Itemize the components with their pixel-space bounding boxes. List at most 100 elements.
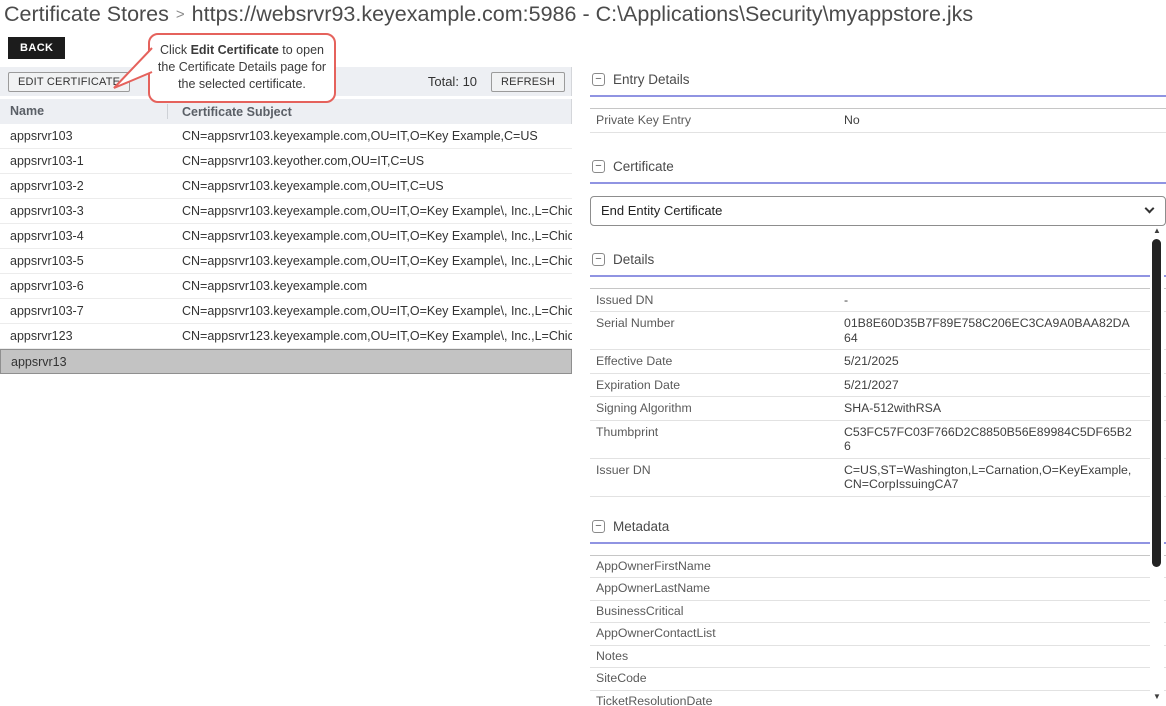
certificate-section-header: − Certificate <box>590 153 1166 184</box>
collapse-icon[interactable]: − <box>592 73 605 86</box>
kv-label: Thumbprint <box>596 425 844 454</box>
kv-value: 01B8E60D35B7F89E758C206EC3CA9A0BAA82DA64 <box>844 316 1136 345</box>
table-row[interactable]: appsrvr103-5 CN=appsrvr103.keyexample.co… <box>0 249 572 274</box>
kv-label: Private Key Entry <box>596 113 844 128</box>
metadata-section-header: − Metadata <box>590 513 1166 544</box>
section-title-details: Details <box>613 252 654 267</box>
certificate-type-select[interactable]: End Entity Certificate <box>590 196 1166 226</box>
kv-value: 5/21/2025 <box>844 354 1136 369</box>
kv-value: - <box>844 293 1136 308</box>
section-title-entry-details: Entry Details <box>613 72 690 87</box>
cell-certificate-subject: CN=appsrvr103.keyexample.com,OU=IT,O=Key… <box>168 254 572 268</box>
table-row[interactable]: appsrvr103-2 CN=appsrvr103.keyexample.co… <box>0 174 572 199</box>
chevron-down-icon <box>1145 204 1155 214</box>
metadata-field-row: TicketResolutionDate <box>590 691 1166 706</box>
breadcrumb-path: https://websrvr93.keyexample.com:5986 - … <box>192 2 974 26</box>
kv-value: C=US,ST=Washington,L=Carnation,O=KeyExam… <box>844 463 1136 492</box>
section-title-metadata: Metadata <box>613 519 669 534</box>
cell-certificate-subject: CN=appsrvr103.keyexample.com,OU=IT,O=Key… <box>168 204 572 218</box>
metadata-field-row: Notes <box>590 646 1166 669</box>
table-row[interactable]: appsrvr103-4 CN=appsrvr103.keyexample.co… <box>0 224 572 249</box>
metadata-field-row: AppOwnerFirstName <box>590 556 1166 579</box>
cell-name: appsrvr103-7 <box>0 304 168 318</box>
page-title: Certificate Stores > https://websrvr93.key… <box>0 0 1166 27</box>
cell-name: appsrvr103-2 <box>0 179 168 193</box>
callout-text-bold: Edit Certificate <box>191 43 279 57</box>
table-row[interactable]: appsrvr103 CN=appsrvr103.keyexample.com,… <box>0 124 572 149</box>
kv-row: Thumbprint C53FC57FC03F766D2C8850B56E899… <box>590 421 1166 459</box>
table-row[interactable]: appsrvr103-7 CN=appsrvr103.keyexample.co… <box>0 299 572 324</box>
cell-name: appsrvr123 <box>0 329 168 343</box>
kv-label: Effective Date <box>596 354 844 369</box>
callout-arrow-icon <box>112 44 154 92</box>
kv-value: SHA-512withRSA <box>844 401 1136 416</box>
kv-row: Effective Date 5/21/2025 <box>590 350 1166 374</box>
cell-name: appsrvr103-5 <box>0 254 168 268</box>
total-label: Total: <box>428 74 459 89</box>
kv-value: No <box>844 113 1136 128</box>
total-value: 10 <box>463 74 477 89</box>
collapse-icon[interactable]: − <box>592 253 605 266</box>
cell-name: appsrvr13 <box>1 355 169 369</box>
kv-row-private-key-entry: Private Key Entry No <box>590 109 1166 133</box>
cell-name: appsrvr103-1 <box>0 154 168 168</box>
scroll-down-icon[interactable]: ▼ <box>1150 692 1164 702</box>
cell-name: appsrvr103 <box>0 129 168 143</box>
table-row[interactable]: appsrvr103-6 CN=appsrvr103.keyexample.co… <box>0 274 572 299</box>
section-title-certificate: Certificate <box>613 159 674 174</box>
table-row[interactable]: appsrvr103-1 CN=appsrvr103.keyother.com,… <box>0 149 572 174</box>
cell-certificate-subject: CN=appsrvr103.keyexample.com,OU=IT,O=Key… <box>168 129 572 143</box>
certificate-table-body: appsrvr103 CN=appsrvr103.keyexample.com,… <box>0 124 572 374</box>
collapse-icon[interactable]: − <box>592 520 605 533</box>
entry-details-table: Private Key Entry No <box>590 108 1166 133</box>
cell-certificate-subject: CN=appsrvr103.keyexample.com,OU=IT,C=US <box>168 179 572 193</box>
kv-label: Issued DN <box>596 293 844 308</box>
metadata-table: AppOwnerFirstName AppOwnerLastName Busin… <box>590 555 1166 706</box>
cell-certificate-subject: CN=appsrvr123.keyexample.com,OU=IT,O=Key… <box>168 329 572 343</box>
edit-certificate-callout: Click Edit Certificate to open the Certi… <box>148 33 336 103</box>
kv-label: Signing Algorithm <box>596 401 844 416</box>
entry-details-section-header: − Entry Details <box>590 66 1166 97</box>
certificate-store-page: Certificate Stores > https://websrvr93.key… <box>0 0 1166 706</box>
total-count: Total: 10 <box>428 74 477 89</box>
details-section-header: − Details <box>590 246 1166 277</box>
table-row[interactable]: appsrvr103-3 CN=appsrvr103.keyexample.co… <box>0 199 572 224</box>
cell-name: appsrvr103-3 <box>0 204 168 218</box>
table-row[interactable]: appsrvr123 CN=appsrvr123.keyexample.com,… <box>0 324 572 349</box>
cell-certificate-subject: CN=appsrvr103.keyexample.com,OU=IT,O=Key… <box>168 304 572 318</box>
scrollbar-thumb[interactable] <box>1152 239 1161 567</box>
cell-certificate-subject: CN=appsrvr103.keyexample.com <box>168 279 572 293</box>
callout-text: Click Edit Certificate to open the Certi… <box>158 43 326 91</box>
kv-row: Issued DN - <box>590 289 1166 313</box>
metadata-field-row: SiteCode <box>590 668 1166 691</box>
cell-certificate-subject: CN=appsrvr103.keyother.com,OU=IT,C=US <box>168 154 572 168</box>
callout-text-prefix: Click <box>160 43 191 57</box>
back-button[interactable]: BACK <box>8 37 65 59</box>
kv-label: Issuer DN <box>596 463 844 492</box>
scroll-up-icon[interactable]: ▲ <box>1150 226 1164 236</box>
details-scrollbar[interactable]: ▲ ▼ <box>1150 226 1164 704</box>
cell-name: appsrvr103-4 <box>0 229 168 243</box>
toolbar-right: Total: 10 REFRESH <box>428 72 565 92</box>
details-table: Issued DN - Serial Number 01B8E60D35B7F8… <box>590 288 1166 497</box>
kv-value: C53FC57FC03F766D2C8850B56E89984C5DF65B26 <box>844 425 1136 454</box>
kv-row: Expiration Date 5/21/2027 <box>590 374 1166 398</box>
metadata-field-row: AppOwnerLastName <box>590 578 1166 601</box>
certificate-details-pane: − Entry Details Private Key Entry No − C… <box>590 66 1166 706</box>
kv-value: 5/21/2027 <box>844 378 1136 393</box>
refresh-button[interactable]: REFRESH <box>491 72 565 92</box>
kv-row: Signing Algorithm SHA-512withRSA <box>590 397 1166 421</box>
column-header-subject: Certificate Subject <box>168 105 571 119</box>
breadcrumb-separator-icon: > <box>176 6 185 23</box>
kv-row: Issuer DN C=US,ST=Washington,L=Carnation… <box>590 459 1166 497</box>
breadcrumb-root: Certificate Stores <box>4 2 169 26</box>
collapse-icon[interactable]: − <box>592 160 605 173</box>
column-header-name: Name <box>0 104 168 119</box>
metadata-field-row: AppOwnerContactList <box>590 623 1166 646</box>
kv-label: Expiration Date <box>596 378 844 393</box>
cell-certificate-subject: CN=appsrvr103.keyexample.com,OU=IT,O=Key… <box>168 229 572 243</box>
kv-label: Serial Number <box>596 316 844 345</box>
cell-name: appsrvr103-6 <box>0 279 168 293</box>
table-row[interactable]: appsrvr13 <box>0 349 572 374</box>
certificate-type-selected-value: End Entity Certificate <box>601 203 722 218</box>
